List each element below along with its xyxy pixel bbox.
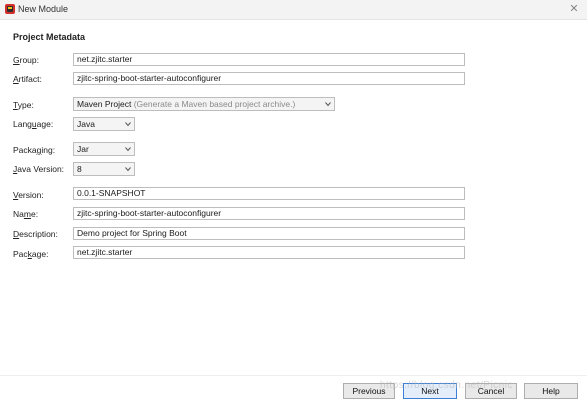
package-label: Package: xyxy=(13,249,49,259)
language-select[interactable]: Java xyxy=(73,117,135,131)
language-label: Language: xyxy=(13,119,54,129)
group-input[interactable]: net.zjitc.starter xyxy=(73,53,465,66)
artifact-label: Artifact: xyxy=(13,74,42,84)
intellij-app-icon xyxy=(5,4,15,14)
watermark: https://blog.csdn.net/Picnic xyxy=(380,380,513,391)
java-version-label: Java Version: xyxy=(13,164,65,174)
chevron-down-icon xyxy=(125,166,131,172)
java-version-select-value: 8 xyxy=(77,164,82,174)
name-input[interactable]: zjitc-spring-boot-starter-autoconfigurer xyxy=(73,207,465,220)
language-select-value: Java xyxy=(77,119,95,129)
close-icon[interactable]: ✕ xyxy=(567,2,581,16)
help-button[interactable]: Help xyxy=(524,383,578,399)
type-select[interactable]: Maven Project (Generate a Maven based pr… xyxy=(73,97,335,111)
window-title: New Module xyxy=(18,4,69,14)
chevron-down-icon xyxy=(325,101,331,107)
type-select-value: Maven Project xyxy=(77,99,132,109)
section-title: Project Metadata xyxy=(13,32,86,42)
name-label: Name: xyxy=(13,209,39,219)
packaging-select-value: Jar xyxy=(77,144,89,154)
artifact-input[interactable]: zjitc-spring-boot-starter-autoconfigurer xyxy=(73,72,465,85)
group-label: Group: xyxy=(13,55,39,65)
description-input[interactable]: Demo project for Spring Boot xyxy=(73,227,465,240)
type-label: Type: xyxy=(13,100,34,110)
version-input[interactable]: 0.0.1-SNAPSHOT xyxy=(73,187,465,200)
chevron-down-icon xyxy=(125,121,131,127)
title-bar: New Module ✕ xyxy=(0,0,587,20)
type-select-hint: (Generate a Maven based project archive.… xyxy=(133,99,296,109)
divider xyxy=(0,375,587,376)
package-input[interactable]: net.zjitc.starter xyxy=(73,246,465,259)
packaging-select[interactable]: Jar xyxy=(73,142,135,156)
packaging-label: Packaging: xyxy=(13,145,56,155)
chevron-down-icon xyxy=(125,146,131,152)
description-label: Description: xyxy=(13,229,58,239)
version-label: Version: xyxy=(13,190,44,200)
java-version-select[interactable]: 8 xyxy=(73,162,135,176)
